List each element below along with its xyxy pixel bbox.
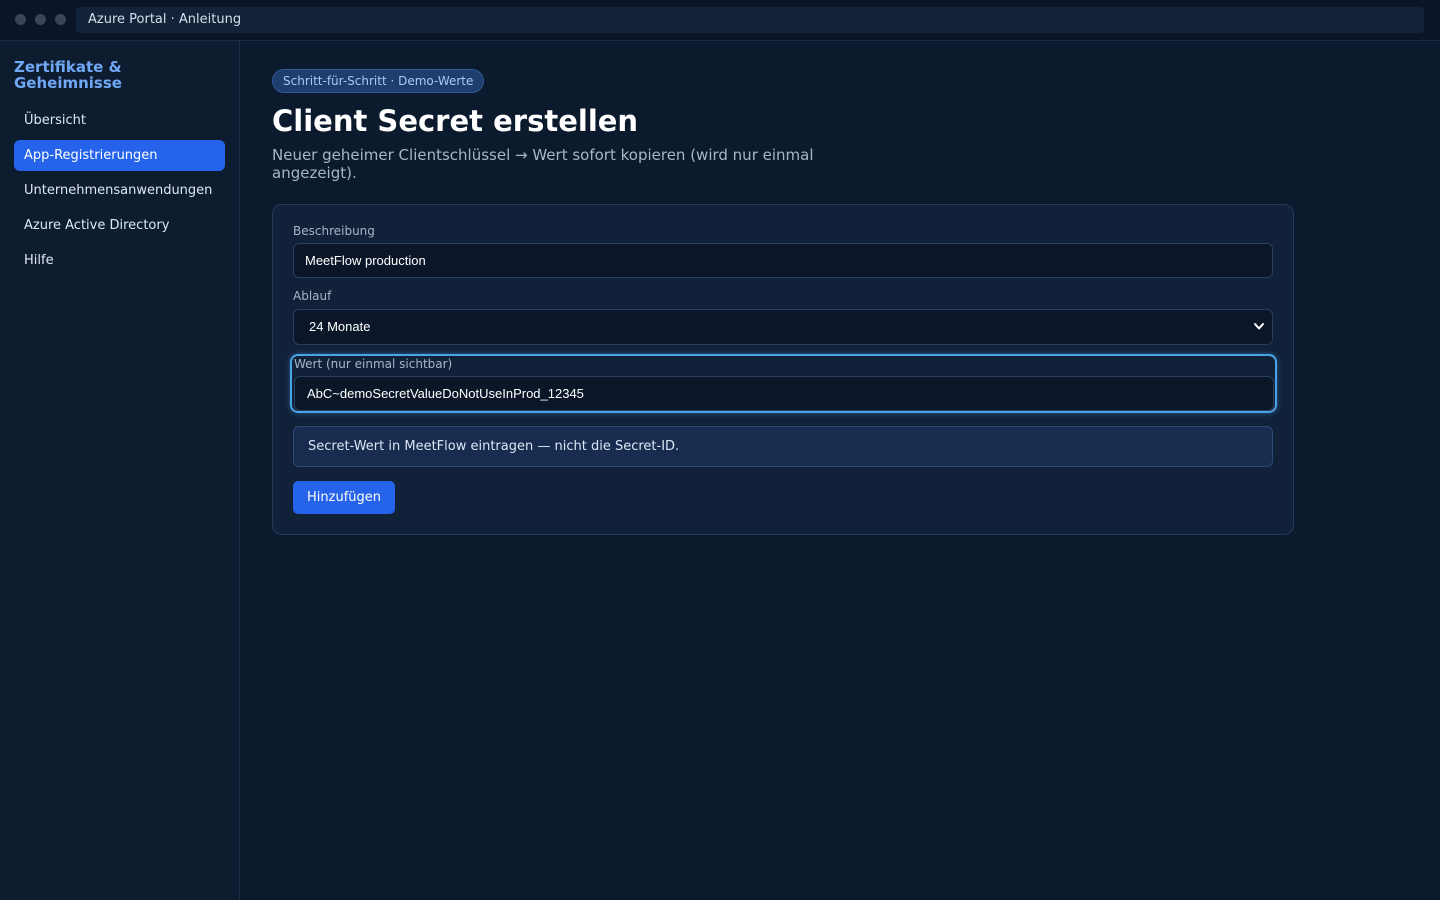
window-titlebar: Azure Portal · Anleitung: [0, 0, 1440, 41]
step-badge: Schritt-für-Schritt · Demo-Werte: [272, 69, 485, 93]
sidebar-item-unternehmensanwendungen[interactable]: Unternehmensanwendungen: [14, 175, 225, 206]
description-label: Beschreibung: [293, 224, 375, 238]
sidebar-item-uebersicht[interactable]: Übersicht: [14, 105, 225, 136]
sidebar-item-hilfe[interactable]: Hilfe: [14, 245, 225, 276]
expiry-select-value: 24 Monate: [309, 319, 371, 334]
window-minimize-dot[interactable]: [35, 14, 46, 25]
page-title: Client Secret erstellen: [272, 104, 639, 138]
address-bar[interactable]: Azure Portal · Anleitung: [76, 7, 1424, 33]
sidebar: Zertifikate & Geheimnisse Übersicht App-…: [0, 41, 240, 900]
info-note: Secret-Wert in MeetFlow eintragen — nich…: [293, 426, 1273, 467]
sidebar-item-app-registrierungen[interactable]: App-Registrierungen: [14, 140, 225, 171]
add-button[interactable]: Hinzufügen: [293, 481, 395, 514]
description-input[interactable]: MeetFlow production: [293, 243, 1273, 278]
secret-value-highlight: Wert (nur einmal sichtbar) AbC~demoSecre…: [290, 354, 1277, 413]
chevron-down-icon: [1254, 323, 1264, 330]
secret-value-label: Wert (nur einmal sichtbar): [294, 357, 453, 371]
expiry-select[interactable]: 24 Monate: [293, 309, 1273, 345]
window-close-dot[interactable]: [15, 14, 26, 25]
sidebar-title: Zertifikate & Geheimnisse: [14, 58, 122, 92]
sidebar-item-azure-active-directory[interactable]: Azure Active Directory: [14, 210, 225, 241]
secret-form-card: Beschreibung MeetFlow production Ablauf …: [272, 204, 1294, 535]
expiry-label: Ablauf: [293, 289, 332, 303]
secret-value-field[interactable]: AbC~demoSecretValueDoNotUseInProd_12345: [294, 376, 1274, 411]
page-subtitle: Neuer geheimer Clientschlüssel → Wert so…: [272, 146, 814, 182]
window-maximize-dot[interactable]: [55, 14, 66, 25]
